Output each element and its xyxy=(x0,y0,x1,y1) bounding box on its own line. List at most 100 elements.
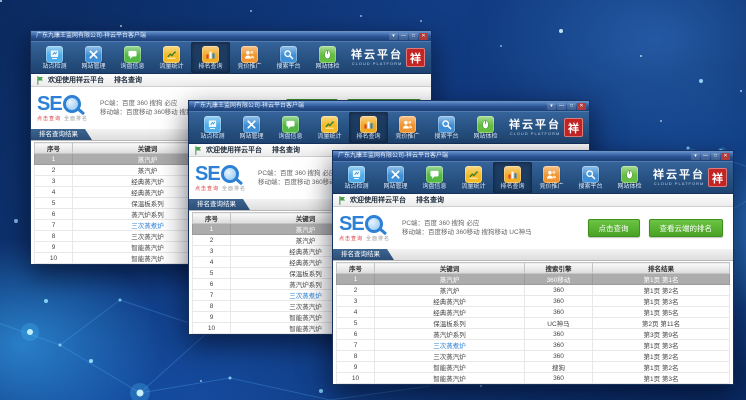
toolbar-item-site-check[interactable]: 站点检测 xyxy=(35,42,74,73)
maximize-icon[interactable]: □ xyxy=(711,153,720,160)
cell-kw: 经典蒸汽炉 xyxy=(375,307,525,318)
toolbar-item-rank-query[interactable]: 排名查询 xyxy=(349,112,388,143)
table-row[interactable]: 1蒸汽炉360移动第1页 第1名 xyxy=(337,274,730,285)
cell-rk: 第1页 第5名 xyxy=(593,307,730,318)
titlebar[interactable]: 广东九康王监网有限公司-祥云平台客户端 ▾—□✕ xyxy=(189,101,589,111)
engine-list-mobile: 移动端：百度移动 360移动 搜狗移动 UC神马 xyxy=(402,228,532,237)
toolbar-item-search-platform[interactable]: 搜索平台 xyxy=(571,162,610,193)
table-row[interactable]: 4经典蒸汽炉360第1页 第5名 xyxy=(337,307,730,318)
toolbar-item-rank-query[interactable]: 排名查询 xyxy=(493,162,532,193)
minimize-icon[interactable]: — xyxy=(557,103,566,110)
cell-no: 3 xyxy=(337,296,375,307)
toolbar-item-label: 询盘信息 xyxy=(120,64,144,70)
cell-no: 2 xyxy=(193,235,231,246)
toolbar-item-label: 搜索平台 xyxy=(434,134,458,140)
query-button[interactable]: 点击查询 xyxy=(588,219,640,237)
cell-no: 6 xyxy=(35,209,73,220)
toolbar-item-rank-query[interactable]: 排名查询 xyxy=(191,42,230,73)
toolbar-item-inquiry[interactable]: 询盘信息 xyxy=(415,162,454,193)
table-row[interactable]: 6蒸汽炉系列360第3页 第9名 xyxy=(337,329,730,340)
table-row[interactable]: 8三次蒸汽炉360第1页 第2名 xyxy=(337,351,730,362)
table-row[interactable]: 5保温板系列UC神马第2页 第11名 xyxy=(337,318,730,329)
close-icon[interactable]: ✕ xyxy=(721,153,730,160)
cell-no: 4 xyxy=(35,187,73,198)
table-row[interactable]: 10智能蒸汽炉360第1页 第3名 xyxy=(337,373,730,384)
site-checkup-icon xyxy=(621,166,638,183)
table-row[interactable]: 9智能蒸汽炉搜狗第1页 第2名 xyxy=(337,362,730,373)
maximize-icon[interactable]: □ xyxy=(409,33,418,40)
toolbar-item-label: 竞价推广 xyxy=(395,134,419,140)
site-check-icon xyxy=(46,46,63,63)
toolbar-item-site-manage[interactable]: 网站管理 xyxy=(376,162,415,193)
cell-no: 5 xyxy=(337,318,375,329)
toolbar-item-site-check[interactable]: 站点检测 xyxy=(193,112,232,143)
cell-no: 8 xyxy=(35,231,73,242)
tab-rank-results[interactable]: 排名查询结果 xyxy=(333,249,394,260)
toolbar-items: 站点检测网站管理询盘信息流量统计排名查询竞价推广搜索平台 网站体检 xyxy=(337,162,649,193)
toolbar-item-site-manage[interactable]: 网站管理 xyxy=(74,42,113,73)
maximize-icon[interactable]: □ xyxy=(567,103,576,110)
toolbar-item-promotion[interactable]: 竞价推广 xyxy=(532,162,571,193)
toolbar-item-label: 网站体检 xyxy=(473,134,497,140)
toolbar-item-label: 搜索平台 xyxy=(578,184,602,190)
cell-kw: 三次蒸煮炉 xyxy=(375,340,525,351)
site-checkup-icon xyxy=(477,116,494,133)
tab-rank-results[interactable]: 排名查询结果 xyxy=(189,199,250,210)
header-no: 序号 xyxy=(35,143,73,154)
header-engine: 搜索引擎 xyxy=(525,263,593,274)
skin-icon[interactable]: ▾ xyxy=(547,103,556,110)
toolbar-item-promotion[interactable]: 竞价推广 xyxy=(230,42,269,73)
brand-logo: 祥云平台 CLOUD PLATFORM 祥 xyxy=(653,162,729,193)
cell-no: 9 xyxy=(35,242,73,253)
cell-no: 9 xyxy=(337,362,375,373)
toolbar-item-label: 站点检测 xyxy=(42,64,66,70)
rank-query-icon xyxy=(504,166,521,183)
toolbar-item-site-checkup[interactable]: 网站体检 xyxy=(466,112,505,143)
promotion-icon xyxy=(543,166,560,183)
app-window: 广东九康王监网有限公司-祥云平台客户端 ▾—□✕ 站点检测网站管理询盘信息流量统… xyxy=(332,150,734,385)
seo-logo-text: SE xyxy=(37,94,62,114)
cell-kw: 经典蒸汽炉 xyxy=(375,296,525,307)
toolbar-item-label: 网站管理 xyxy=(81,64,105,70)
toolbar-item-traffic-stats[interactable]: 流量统计 xyxy=(310,112,349,143)
skin-icon[interactable]: ▾ xyxy=(691,153,700,160)
toolbar-item-search-platform[interactable]: 搜索平台 xyxy=(269,42,308,73)
cell-se: 360移动 xyxy=(525,274,593,285)
cell-rk: 第1页 第3名 xyxy=(593,296,730,307)
table-row[interactable]: 7三次蒸煮炉360第1页 第3名 xyxy=(337,340,730,351)
flag-icon xyxy=(195,146,202,155)
toolbar-item-search-platform[interactable]: 搜索平台 xyxy=(427,112,466,143)
view-cloud-rank-button[interactable]: 查看云端的排名 xyxy=(649,219,724,237)
toolbar-item-inquiry[interactable]: 询盘信息 xyxy=(113,42,152,73)
titlebar[interactable]: 广东九康王监网有限公司-祥云平台客户端 ▾—□✕ xyxy=(31,31,431,41)
window-title: 广东九康王监网有限公司-祥云平台客户端 xyxy=(36,31,388,41)
toolbar-item-site-checkup[interactable]: 网站体检 xyxy=(610,162,649,193)
toolbar-item-promotion[interactable]: 竞价推广 xyxy=(388,112,427,143)
cell-no: 7 xyxy=(193,290,231,301)
tabstrip: 排名查询结果 xyxy=(333,249,733,261)
cell-no: 10 xyxy=(35,253,73,264)
minimize-icon[interactable]: — xyxy=(701,153,710,160)
rank-query-icon xyxy=(202,46,219,63)
titlebar[interactable]: 广东九康王监网有限公司-祥云平台客户端 ▾—□✕ xyxy=(333,151,733,161)
close-icon[interactable]: ✕ xyxy=(577,103,586,110)
toolbar-item-traffic-stats[interactable]: 流量统计 xyxy=(152,42,191,73)
brand-logo: 祥云平台 CLOUD PLATFORM 祥 xyxy=(509,112,585,143)
close-icon[interactable]: ✕ xyxy=(419,33,428,40)
toolbar-item-site-checkup[interactable]: 网站体检 xyxy=(308,42,347,73)
cell-no: 6 xyxy=(193,279,231,290)
window-controls: ▾—□✕ xyxy=(546,103,586,110)
seo-logo: SE 点击查询全面排名 xyxy=(195,164,246,192)
minimize-icon[interactable]: — xyxy=(399,33,408,40)
tab-rank-results[interactable]: 排名查询结果 xyxy=(31,129,92,140)
table-row[interactable]: 3经典蒸汽炉360第1页 第3名 xyxy=(337,296,730,307)
toolbar-item-traffic-stats[interactable]: 流量统计 xyxy=(454,162,493,193)
toolbar: 站点检测网站管理询盘信息流量统计排名查询竞价推广 搜索平台 网站体检 祥云平台 CL… xyxy=(189,111,589,144)
cell-se: 360 xyxy=(525,307,593,318)
toolbar-item-inquiry[interactable]: 询盘信息 xyxy=(271,112,310,143)
skin-icon[interactable]: ▾ xyxy=(389,33,398,40)
toolbar-item-site-check[interactable]: 站点检测 xyxy=(337,162,376,193)
toolbar-item-site-manage[interactable]: 网站管理 xyxy=(232,112,271,143)
flag-icon xyxy=(339,196,346,205)
table-row[interactable]: 2蒸汽炉360第1页 第2名 xyxy=(337,285,730,296)
